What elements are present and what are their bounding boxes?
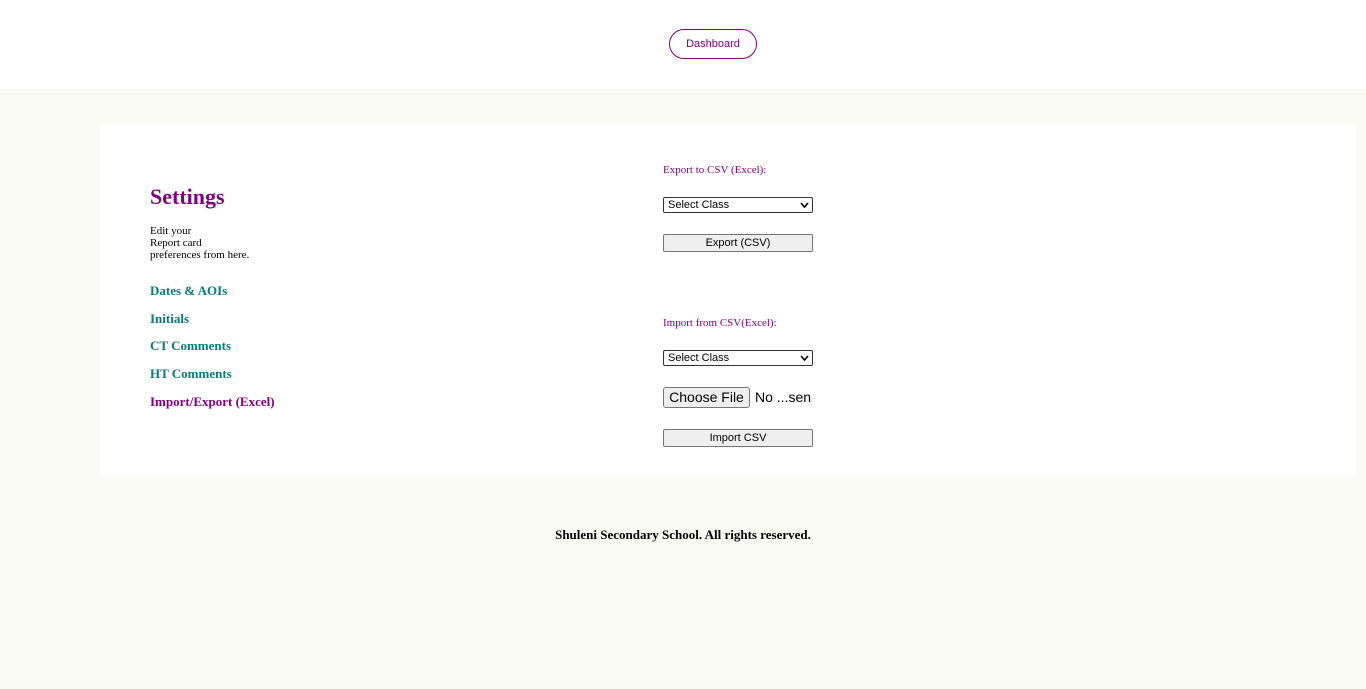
description-line: Edit your	[150, 225, 192, 237]
nav-link-initials[interactable]: Initials	[150, 311, 189, 327]
chevron-down-icon	[800, 355, 809, 362]
nav-link-ct-comments[interactable]: CT Comments	[150, 338, 231, 354]
nav-link-import-export[interactable]: Import/Export (Excel)	[150, 394, 275, 410]
dashboard-button[interactable]: Dashboard	[669, 29, 757, 59]
settings-card: Settings Edit your Report card preferenc…	[100, 124, 1356, 477]
export-class-select-value: Select Class	[668, 199, 730, 211]
file-status-text: No ...sen	[755, 389, 812, 405]
nav-link-dates-aois[interactable]: Dates & AOIs	[150, 283, 227, 299]
nav-link-ht-comments[interactable]: HT Comments	[150, 366, 232, 382]
chevron-down-icon	[800, 202, 809, 209]
page-title: Settings	[150, 184, 225, 209]
import-class-select-value: Select Class	[668, 352, 730, 364]
import-class-select[interactable]: Select Class	[663, 350, 813, 366]
settings-description: Edit your Report card preferences from h…	[150, 225, 270, 261]
export-class-select[interactable]: Select Class	[663, 197, 813, 213]
choose-file-button[interactable]: Choose File	[663, 387, 750, 408]
top-bar: Dashboard	[0, 0, 1366, 89]
import-section-label: Import from CSV(Excel):	[663, 317, 777, 329]
description-line: Report card	[150, 237, 202, 249]
export-section-label: Export to CSV (Excel):	[663, 164, 767, 176]
export-csv-button[interactable]: Export (CSV)	[663, 234, 813, 252]
footer-copyright: Shuleni Secondary School. All rights res…	[555, 527, 811, 542]
import-csv-button[interactable]: Import CSV	[663, 429, 813, 447]
description-line: preferences from here.	[150, 249, 250, 261]
